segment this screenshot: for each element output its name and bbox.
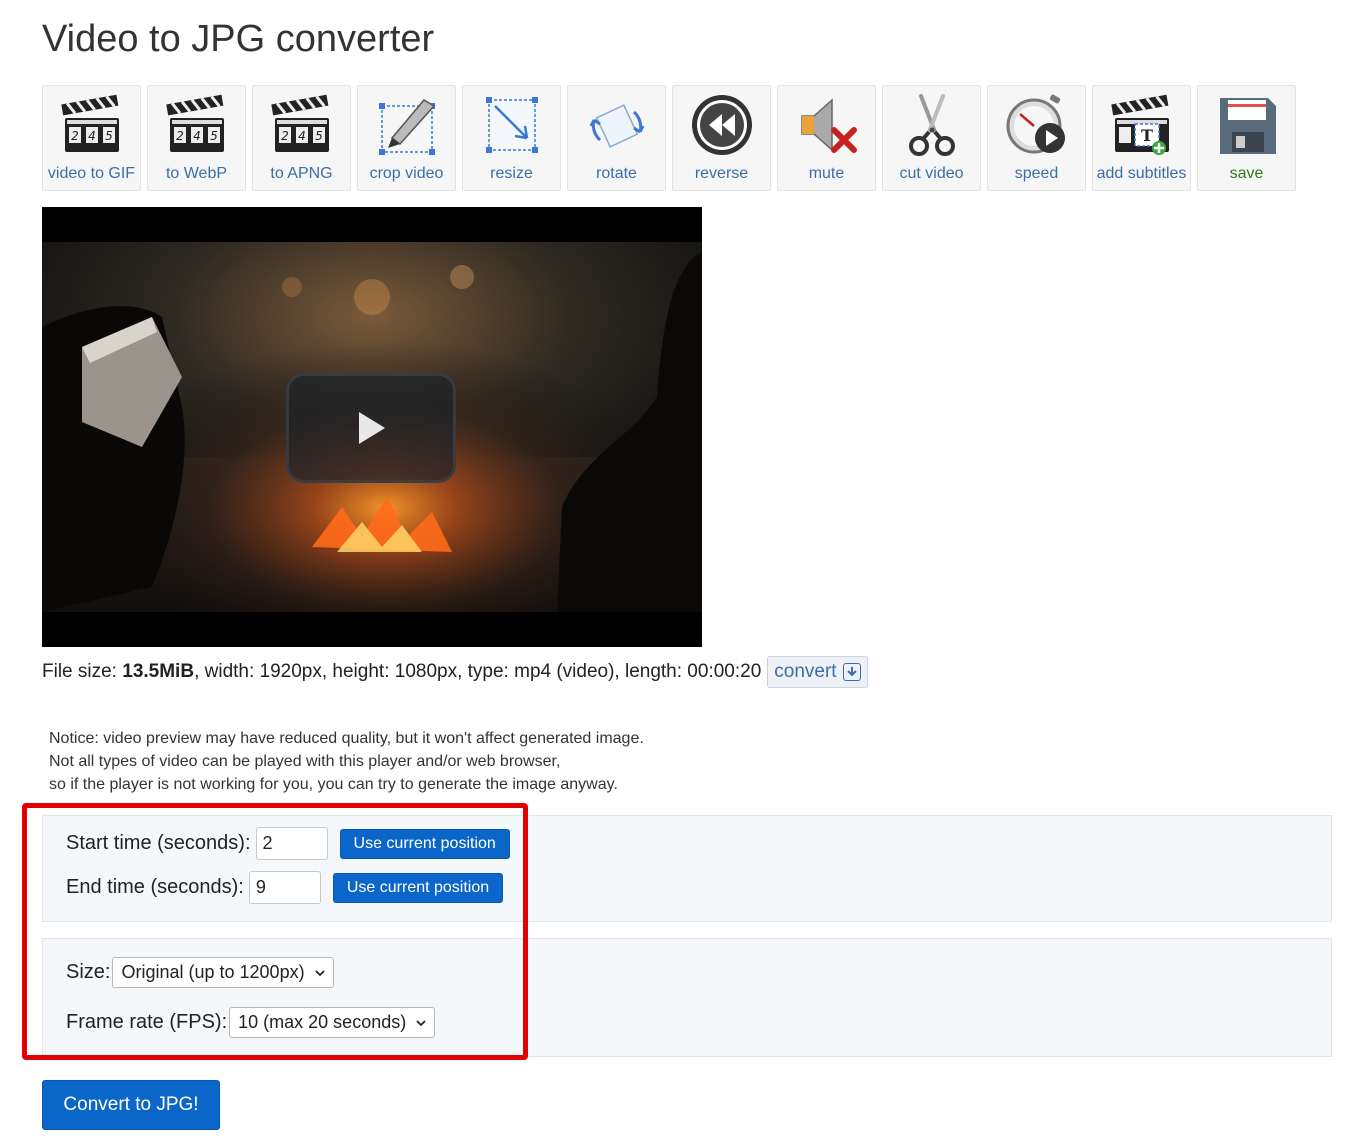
file-details: , width: 1920px, height: 1080px, type: m… [194,661,762,682]
stopwatch-icon [1006,94,1065,154]
chevron-down-icon [314,969,325,976]
notice-line: Notice: video preview may have reduced q… [49,730,644,747]
end-time-label: End time (seconds): [66,876,244,898]
svg-text:4: 4 [88,129,96,143]
tool-cut-video[interactable]: cut video [882,85,981,191]
download-icon [842,663,861,681]
rotate-icon [589,104,644,148]
play-icon [359,412,385,444]
tool-add-subtitles[interactable]: T add subtitles [1092,85,1191,191]
size-row: Size: Original (up to 1200px) [66,957,334,988]
size-selected: Original (up to 1200px) [121,962,305,982]
mute-icon [800,98,857,153]
use-current-position-start-button[interactable]: Use current position [339,828,510,859]
tool-label: reverse [694,165,749,182]
start-time-row: Start time (seconds): Use current positi… [66,827,510,860]
tool-to-webp[interactable]: 2 4 5 to WebP [147,85,246,191]
tool-label: save [1229,165,1264,182]
output-settings-panel: Size: Original (up to 1200px) Frame rate… [42,938,1332,1057]
fps-label: Frame rate (FPS): [66,1011,228,1033]
tool-label: crop video [369,165,444,182]
tool-label: mute [808,165,845,182]
tool-label: resize [490,165,533,182]
convert-download-button[interactable]: convert [767,656,868,688]
play-button[interactable] [286,373,456,483]
file-size-label: File size: [42,661,117,682]
svg-text:T: T [1141,126,1153,145]
resize-icon [485,97,538,153]
tool-save[interactable]: save [1197,85,1296,191]
tool-label: add subtitles [1096,165,1187,182]
svg-text:4: 4 [193,129,201,143]
end-time-input[interactable] [248,871,321,904]
svg-text:5: 5 [210,129,218,143]
floppy-disk-icon [1219,98,1276,154]
tool-crop-video[interactable]: crop video [357,85,456,191]
rewind-icon [691,95,752,155]
file-size-value: 13.5MiB [122,661,195,682]
crop-icon [378,99,435,155]
tool-video-to-gif[interactable]: 2 4 5 video to GIF [42,85,141,191]
start-time-label: Start time (seconds): [66,832,251,854]
fps-select[interactable]: 10 (max 20 seconds) [229,1007,436,1038]
tool-label: rotate [596,165,637,182]
fps-row: Frame rate (FPS): 10 (max 20 seconds) [66,1007,436,1038]
clapperboard-icon: 2 4 5 [60,94,119,152]
size-label: Size: [66,961,111,983]
tool-to-apng[interactable]: 2 4 5 to APNG [252,85,351,191]
tool-label: to APNG [270,165,333,182]
start-time-input[interactable] [255,827,328,860]
svg-text:5: 5 [105,129,113,143]
use-current-position-end-button[interactable]: Use current position [332,872,504,903]
tool-rotate[interactable]: rotate [567,85,666,191]
tool-speed[interactable]: speed [987,85,1086,191]
svg-text:2: 2 [281,129,289,143]
tool-label: speed [1014,165,1059,182]
tool-label: to WebP [165,165,228,182]
svg-text:2: 2 [71,129,79,143]
subtitles-icon: T [1110,94,1169,155]
page-title: Video to JPG converter [42,18,435,60]
tool-mute[interactable]: mute [777,85,876,191]
video-player[interactable] [42,207,702,647]
notice-line: so if the player is not working for you,… [49,776,618,793]
tool-label: video to GIF [47,165,136,182]
svg-text:5: 5 [315,129,323,143]
notice: Notice: video preview may have reduced q… [49,727,644,796]
notice-line: Not all types of video can be played wit… [49,753,561,770]
time-settings-panel: Start time (seconds): Use current positi… [42,815,1332,922]
tool-toolbar: 2 4 5 video to GIF 2 4 5 to WebP 2 4 5 t… [42,85,1306,191]
tool-reverse[interactable]: reverse [672,85,771,191]
chevron-down-icon [416,1019,426,1026]
convert-to-jpg-button[interactable]: Convert to JPG! [42,1080,220,1130]
tool-resize[interactable]: resize [462,85,561,191]
clapperboard-icon: 2 4 5 [270,94,329,152]
end-time-row: End time (seconds): Use current position [66,871,504,904]
file-info: File size: 13.5MiB, width: 1920px, heigh… [42,656,868,688]
svg-text:2: 2 [176,129,184,143]
tool-label: cut video [899,165,964,182]
fps-selected: 10 (max 20 seconds) [238,1012,407,1032]
svg-text:4: 4 [298,129,306,143]
clapperboard-icon: 2 4 5 [165,94,224,152]
scissors-icon [908,94,955,156]
convert-label: convert [774,661,837,682]
size-select[interactable]: Original (up to 1200px) [112,957,334,988]
